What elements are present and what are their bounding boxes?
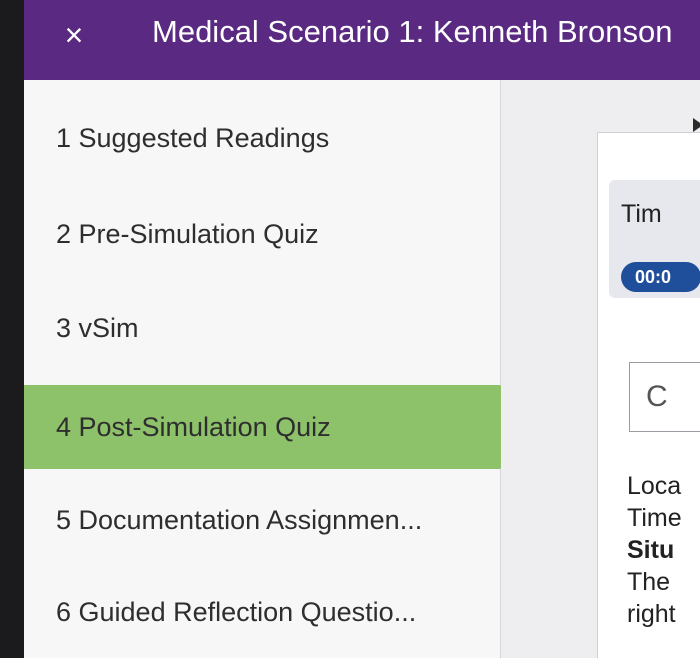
header-bar: × Medical Scenario 1: Kenneth Bronson bbox=[24, 0, 700, 80]
sidebar-item-pre-simulation-quiz[interactable]: 2 Pre-Simulation Quiz bbox=[24, 192, 500, 276]
main-content: Tim 00:0 C Loca Time Situ The right bbox=[501, 80, 700, 658]
sidebar-item-guided-reflection[interactable]: 6 Guided Reflection Questio... bbox=[24, 570, 500, 654]
info-line: right bbox=[627, 600, 676, 628]
info-line: The bbox=[627, 568, 671, 596]
play-arrow-icon[interactable] bbox=[693, 118, 700, 132]
sidebar-item-label: 3 vSim bbox=[56, 312, 139, 343]
sidebar-item-label: 6 Guided Reflection Questio... bbox=[56, 596, 417, 627]
sidebar-item-label: 4 Post-Simulation Quiz bbox=[56, 411, 331, 442]
sidebar-item-label: 1 Suggested Readings bbox=[56, 122, 330, 153]
sidebar-item-vsim[interactable]: 3 vSim bbox=[24, 286, 500, 370]
timer-badge: 00:0 bbox=[621, 262, 700, 292]
timer-panel: Tim 00:0 bbox=[609, 180, 700, 298]
action-button[interactable]: C bbox=[629, 362, 700, 432]
sidebar-item-label: 5 Documentation Assignmen... bbox=[56, 504, 423, 535]
info-line: Time bbox=[627, 504, 682, 532]
close-button[interactable]: × bbox=[60, 19, 88, 51]
info-line: Situ bbox=[627, 536, 675, 564]
sidebar: 1 Suggested Readings 2 Pre-Simulation Qu… bbox=[24, 80, 540, 658]
sidebar-item-documentation-assignment[interactable]: 5 Documentation Assignmen... bbox=[24, 478, 500, 562]
info-line: Loca bbox=[627, 472, 682, 500]
sidebar-item-suggested-readings[interactable]: 1 Suggested Readings bbox=[24, 96, 500, 180]
sidebar-item-label: 2 Pre-Simulation Quiz bbox=[56, 218, 319, 249]
sidebar-item-post-simulation-quiz[interactable]: 4 Post-Simulation Quiz bbox=[24, 385, 540, 469]
timer-label: Tim bbox=[621, 200, 662, 228]
scenario-info: Loca Time Situ The right bbox=[627, 470, 700, 630]
app-screen: × Medical Scenario 1: Kenneth Bronson 1 … bbox=[24, 0, 700, 658]
page-title: Medical Scenario 1: Kenneth Bronson bbox=[152, 14, 673, 49]
